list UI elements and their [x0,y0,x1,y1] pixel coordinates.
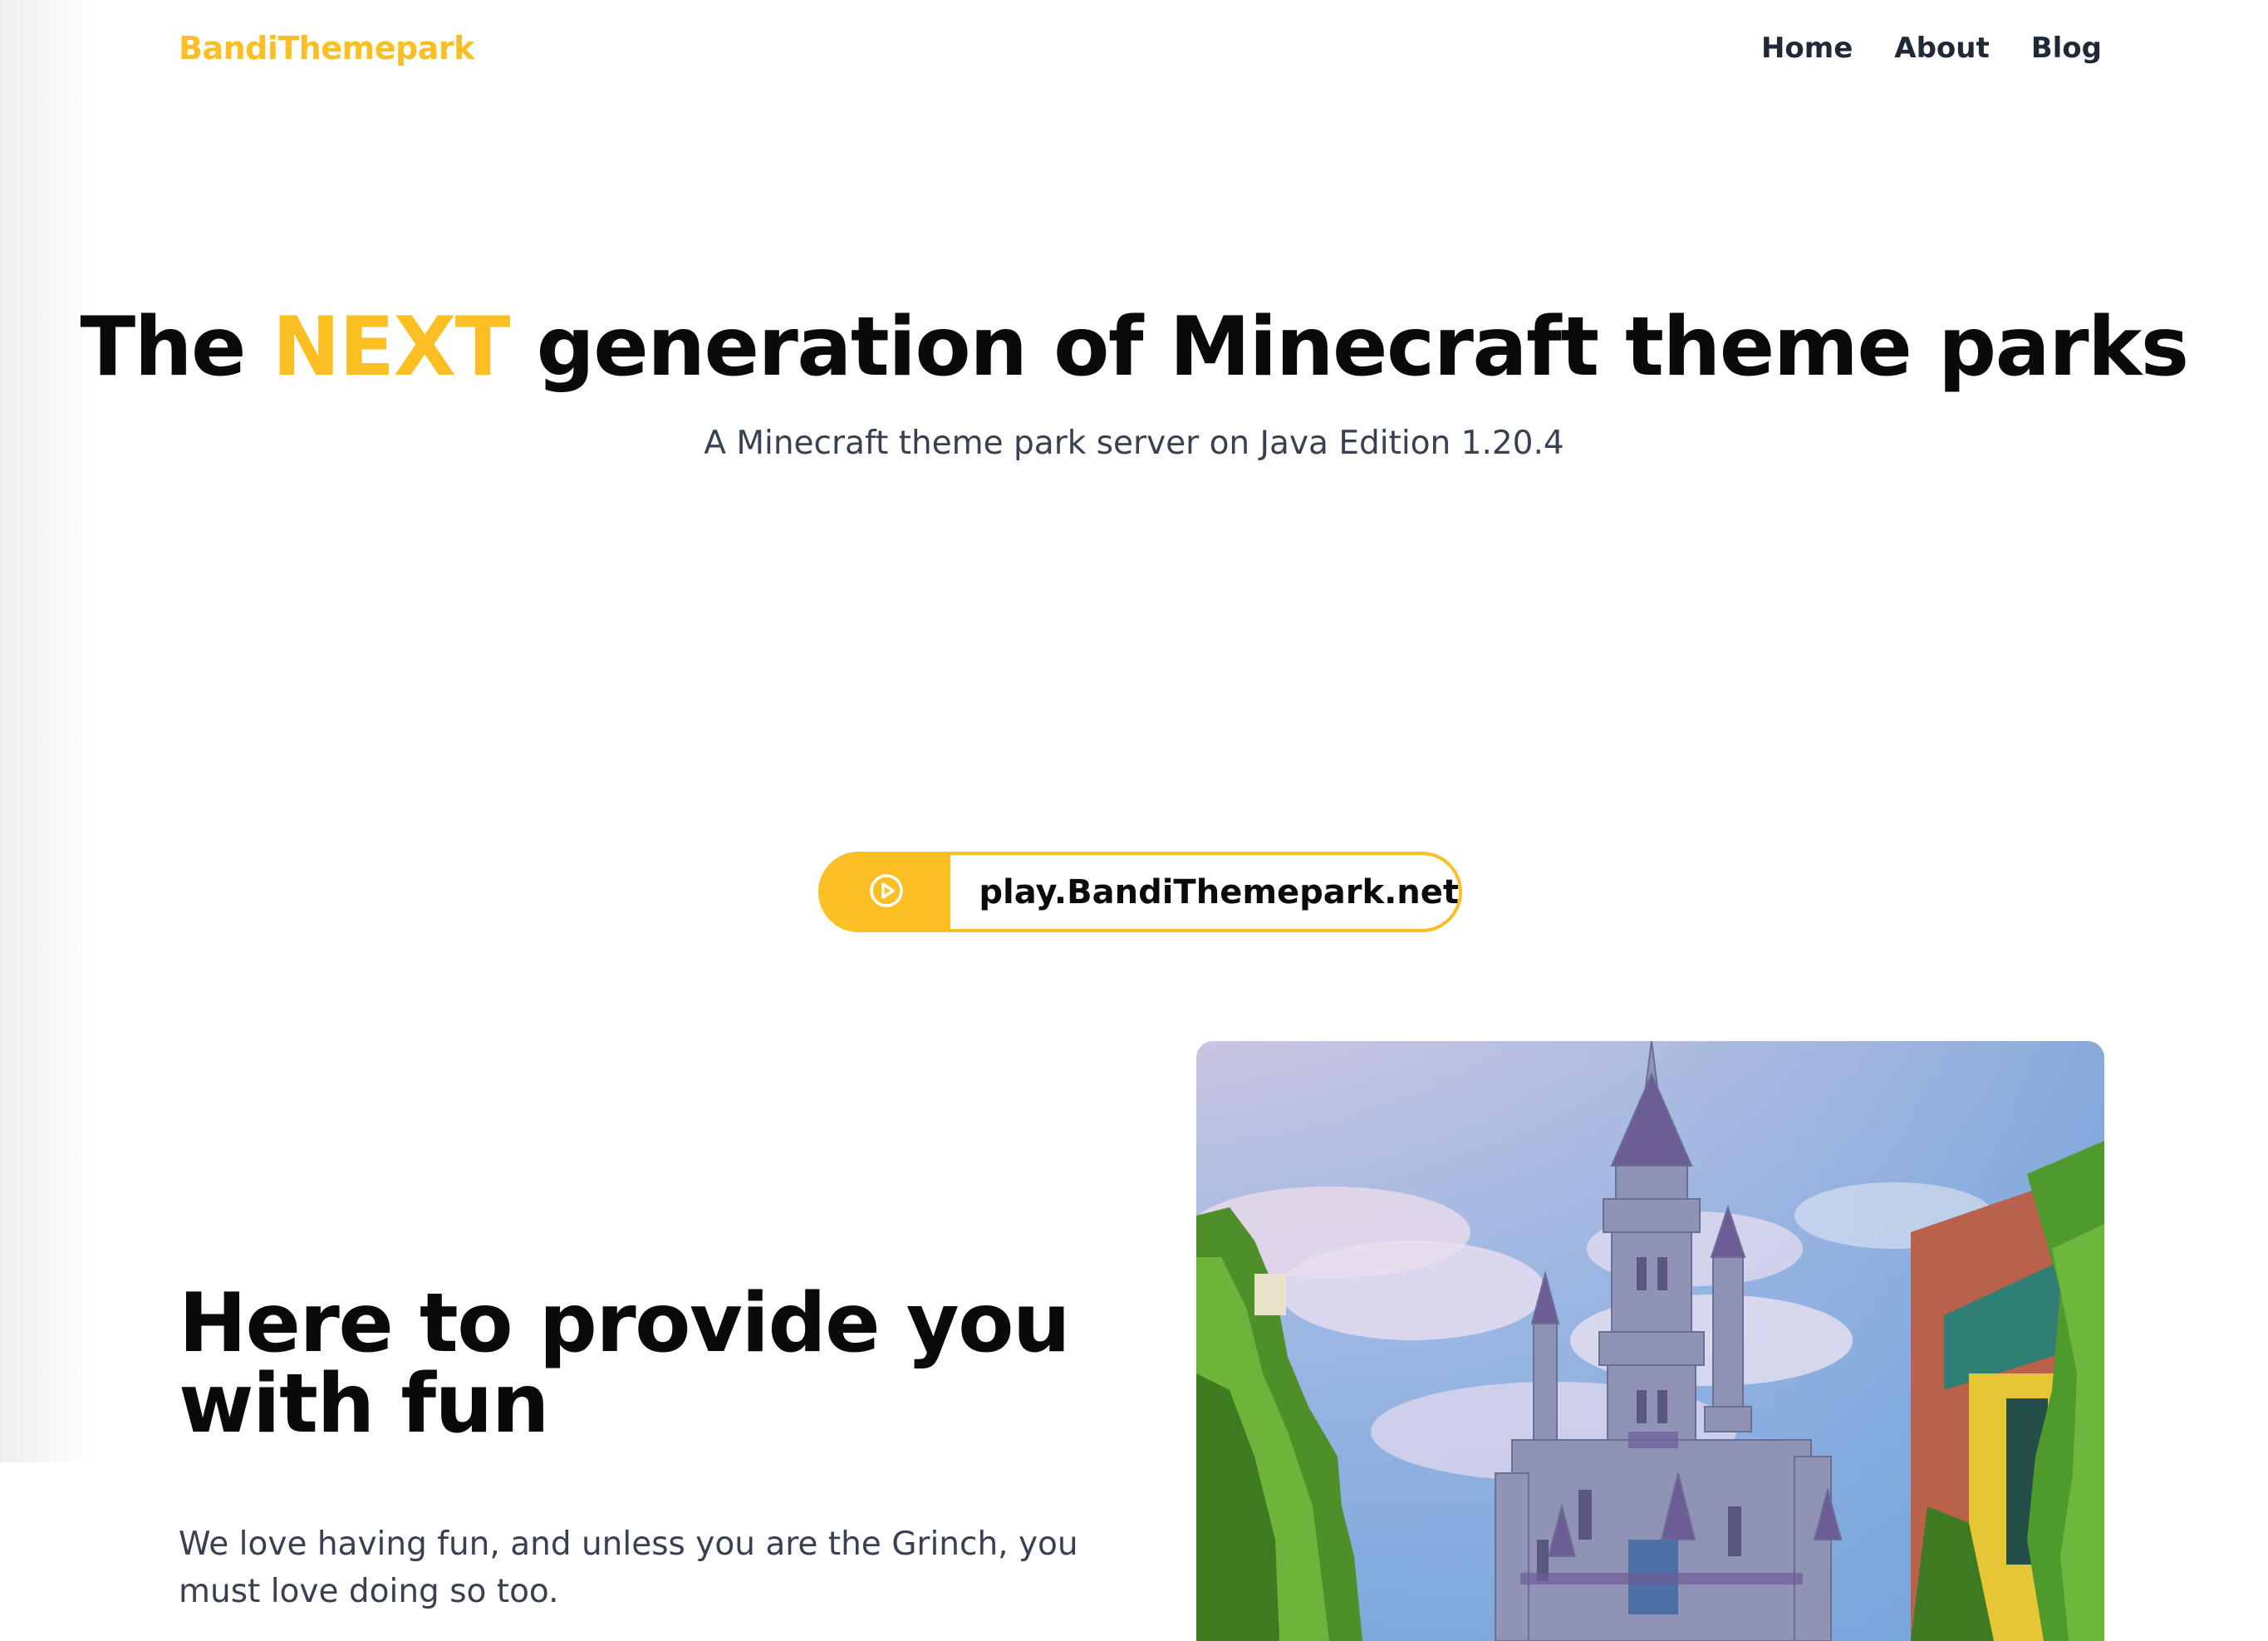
play-circle-icon [868,872,905,912]
nav-blog-link[interactable]: Blog [2031,32,2102,65]
navbar: BandiThemepark Home About Blog [0,0,2268,108]
page-edge-shade [0,0,91,1462]
nav-links: Home About Blog [1761,32,2102,65]
ip-icon-box [822,855,951,929]
hero-title-accent: NEXT [272,300,511,395]
nav-home-link[interactable]: Home [1761,32,1853,65]
feature-description: We love having fun, and unless you are t… [179,1526,1078,1610]
hero-section: The NEXT generation of Minecraft theme p… [0,307,2268,462]
server-ip-button[interactable]: play.BandiThemepark.net [818,852,1462,932]
hero-title-start: The [80,300,272,395]
feature-title: Here to provide you with fun [179,1276,1071,1452]
castle-screenshot-image [1196,1041,2104,1641]
brand-logo[interactable]: BandiThemepark [179,30,474,66]
nav-about-link[interactable]: About [1894,32,1989,65]
hero-title: The NEXT generation of Minecraft theme p… [0,307,2268,388]
hero-subtitle: A Minecraft theme park server on Java Ed… [704,425,1564,462]
server-ip-address: play.BandiThemepark.net [979,872,1459,911]
hero-title-end: generation of Minecraft theme parks [509,300,2189,395]
